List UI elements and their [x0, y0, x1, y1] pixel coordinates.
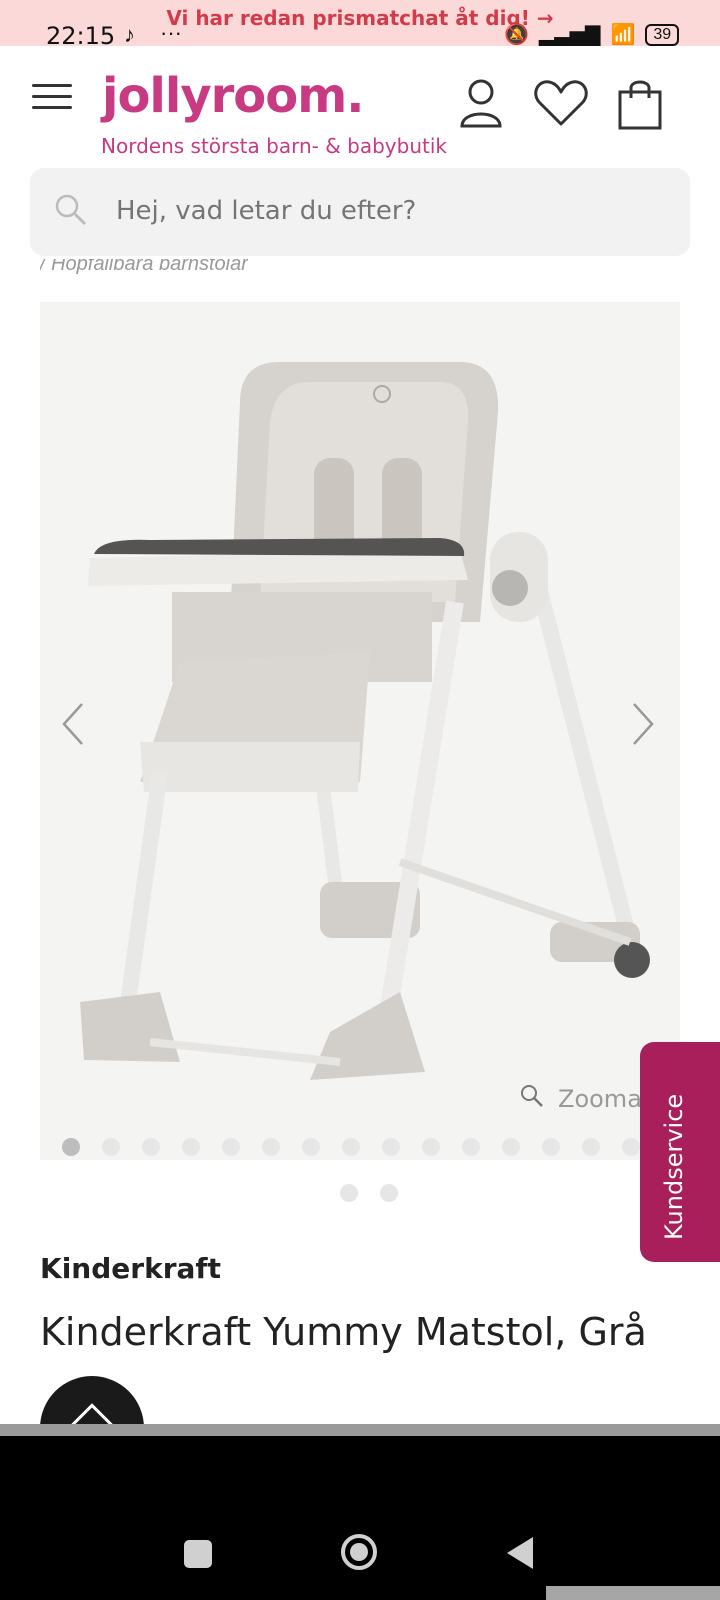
logo[interactable]: jollyroom.	[102, 68, 364, 124]
kundservice-label: Kundservice	[660, 1093, 688, 1240]
image-dot[interactable]	[502, 1138, 520, 1156]
zoom-icon	[520, 1084, 544, 1114]
wishlist-heart-icon[interactable]	[533, 78, 589, 133]
home-icon[interactable]	[340, 1533, 378, 1571]
product-brand[interactable]: Kinderkraft	[40, 1252, 221, 1285]
image-dot[interactable]	[62, 1138, 80, 1156]
image-dot[interactable]	[182, 1138, 200, 1156]
image-dot[interactable]	[462, 1138, 480, 1156]
image-dots[interactable]	[62, 1138, 640, 1156]
navigation-bar	[0, 1436, 720, 1600]
cart-bag-icon[interactable]	[617, 76, 663, 135]
chevron-left-icon[interactable]	[60, 702, 86, 751]
product-image-highchair[interactable]	[40, 302, 680, 1160]
back-icon[interactable]	[505, 1535, 535, 1576]
menu-icon[interactable]	[32, 84, 72, 114]
mute-icon: 🔕	[504, 24, 529, 46]
image-dot[interactable]	[382, 1138, 400, 1156]
zoom-label: Zooma	[558, 1085, 642, 1113]
image-dot[interactable]	[302, 1138, 320, 1156]
chevron-right-icon[interactable]	[630, 702, 656, 751]
image-dot[interactable]	[142, 1138, 160, 1156]
search-input[interactable]	[116, 196, 636, 226]
account-icon[interactable]	[459, 78, 503, 133]
page-dot[interactable]	[380, 1184, 398, 1202]
breadcrumb[interactable]: / Hopfällbara barnstolar	[40, 259, 248, 279]
page-dots[interactable]	[340, 1184, 398, 1202]
image-dot[interactable]	[582, 1138, 600, 1156]
image-dot[interactable]	[102, 1138, 120, 1156]
overlay-strip	[0, 1424, 720, 1436]
gesture-strip	[546, 1586, 720, 1600]
signal-icon: ▂▃▅▇	[538, 24, 601, 46]
image-dot[interactable]	[342, 1138, 360, 1156]
image-dot[interactable]	[622, 1138, 640, 1156]
clock: 22:15	[46, 22, 116, 50]
recents-icon[interactable]	[184, 1540, 212, 1568]
search-icon	[54, 193, 88, 232]
zoom-button[interactable]: Zooma	[520, 1084, 642, 1114]
image-dot[interactable]	[422, 1138, 440, 1156]
more-notifications-icon: ···	[160, 20, 182, 45]
image-dot[interactable]	[542, 1138, 560, 1156]
status-icons: 🔕 ▂▃▅▇ 📶 39	[504, 22, 680, 47]
tagline: Nordens största barn- & babybutik	[101, 134, 447, 158]
tiktok-icon: ♪	[124, 22, 135, 47]
image-dot[interactable]	[222, 1138, 240, 1156]
page-dot[interactable]	[340, 1184, 358, 1202]
image-dot[interactable]	[262, 1138, 280, 1156]
battery-icon: 39	[645, 23, 680, 46]
wifi-icon: 📶	[610, 24, 636, 46]
